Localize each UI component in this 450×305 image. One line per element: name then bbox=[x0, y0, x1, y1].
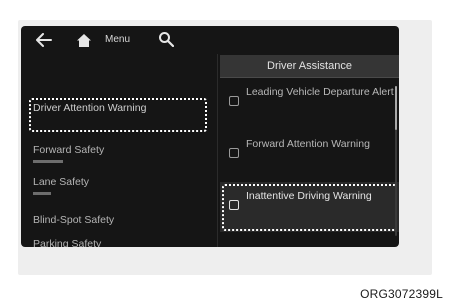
panel-divider bbox=[217, 54, 218, 247]
left-item-label: Lane Safety bbox=[33, 176, 90, 188]
option-label: Forward Attention Warning bbox=[246, 138, 370, 150]
left-item-lane-safety[interactable]: Lane Safety bbox=[33, 176, 213, 195]
left-item-parking-safety[interactable]: Parking Safety bbox=[33, 238, 213, 247]
left-item-label: Parking Safety bbox=[33, 238, 102, 247]
infotainment-screen: Menu Driver Assistance Driver Attention … bbox=[21, 26, 399, 247]
checkbox-icon[interactable] bbox=[229, 200, 239, 210]
left-item-blind-spot-safety[interactable]: Blind-Spot Safety bbox=[33, 214, 213, 227]
option-forward-attention-warning[interactable]: Forward Attention Warning bbox=[220, 130, 399, 180]
option-inattentive-driving-warning[interactable]: Inattentive Driving Warning bbox=[220, 182, 399, 232]
driver-assistance-header: Driver Assistance bbox=[220, 55, 399, 78]
checkbox-icon[interactable] bbox=[229, 96, 239, 106]
left-item-driver-attention-warning[interactable]: Driver Attention Warning bbox=[33, 102, 213, 115]
option-label: Inattentive Driving Warning bbox=[246, 190, 372, 202]
left-item-label: Blind-Spot Safety bbox=[33, 214, 115, 226]
left-item-label: Forward Safety bbox=[33, 144, 105, 156]
option-leading-vehicle-departure-alert[interactable]: Leading Vehicle Departure Alert bbox=[220, 78, 399, 128]
panel-title: Driver Assistance bbox=[267, 60, 352, 72]
image-caption: ORG3072399L bbox=[360, 287, 443, 301]
search-icon[interactable] bbox=[157, 30, 175, 48]
scrollbar-thumb[interactable] bbox=[395, 86, 397, 130]
scrollbar[interactable] bbox=[395, 86, 397, 236]
top-navigation: Menu bbox=[21, 26, 399, 54]
right-option-list: Leading Vehicle Departure Alert Forward … bbox=[220, 78, 399, 247]
left-item-label: Driver Attention Warning bbox=[33, 102, 147, 114]
left-category-list: Driver Attention Warning Forward Safety … bbox=[21, 56, 217, 247]
menu-button[interactable]: Menu bbox=[105, 33, 130, 47]
left-item-forward-safety[interactable]: Forward Safety bbox=[33, 144, 213, 163]
back-arrow-icon[interactable] bbox=[35, 31, 53, 49]
home-icon[interactable] bbox=[75, 31, 93, 49]
left-item-sub-indicator bbox=[33, 192, 51, 195]
checkbox-icon[interactable] bbox=[229, 148, 239, 158]
option-label: Leading Vehicle Departure Alert bbox=[246, 86, 394, 98]
left-item-sub-indicator bbox=[33, 160, 63, 163]
